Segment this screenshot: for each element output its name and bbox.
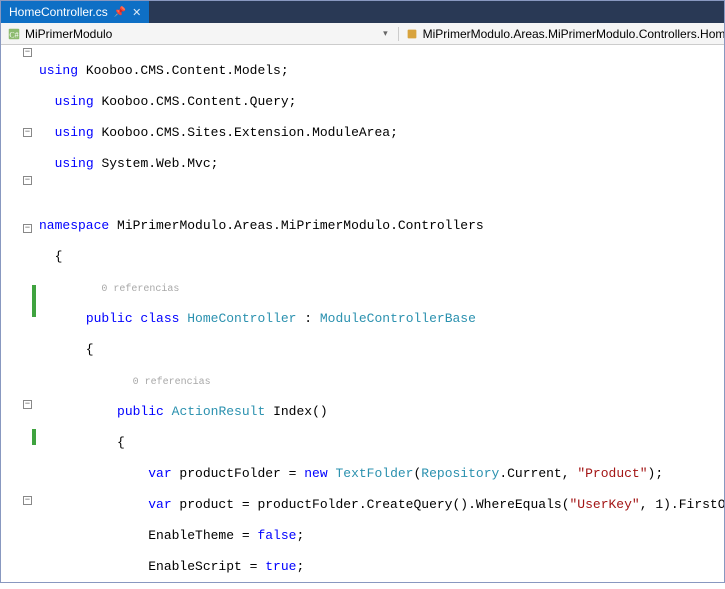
tab-bar: HomeController.cs 📌 ✕: [1, 1, 724, 23]
codelens-refs[interactable]: 0 referencias: [101, 284, 179, 295]
code-editor[interactable]: − − − − − − using Kooboo.CMS.Cont: [1, 45, 724, 582]
fold-toggle[interactable]: −: [23, 400, 32, 409]
tab-title: HomeController.cs: [9, 5, 108, 19]
file-tab[interactable]: HomeController.cs 📌 ✕: [1, 1, 149, 23]
method-icon: [405, 27, 419, 41]
svg-text:C#: C#: [9, 30, 18, 39]
pin-icon[interactable]: 📌: [114, 7, 126, 18]
code-area[interactable]: using Kooboo.CMS.Content.Models; using K…: [37, 45, 724, 582]
fold-toggle[interactable]: −: [23, 48, 32, 57]
change-marker: [32, 429, 36, 445]
fold-toggle[interactable]: −: [23, 176, 32, 185]
fold-toggle[interactable]: −: [23, 128, 32, 137]
member-text: MiPrimerModulo.Areas.MiPrimerModulo.Cont…: [423, 27, 724, 41]
fold-toggle[interactable]: −: [23, 224, 32, 233]
codelens-refs[interactable]: 0 referencias: [133, 377, 211, 388]
gutter: − − − − − −: [1, 45, 37, 582]
scope-dropdown[interactable]: C# MiPrimerModulo ▾: [1, 27, 399, 41]
change-marker: [32, 301, 36, 317]
close-icon[interactable]: ✕: [132, 6, 141, 19]
csharp-file-icon: C#: [7, 27, 21, 41]
change-marker: [32, 285, 36, 301]
chevron-down-icon[interactable]: ▾: [379, 28, 392, 39]
nav-bar: C# MiPrimerModulo ▾ MiPrimerModulo.Areas…: [1, 23, 724, 45]
member-dropdown[interactable]: MiPrimerModulo.Areas.MiPrimerModulo.Cont…: [399, 27, 724, 41]
scope-text: MiPrimerModulo: [25, 27, 112, 41]
fold-toggle[interactable]: −: [23, 496, 32, 505]
